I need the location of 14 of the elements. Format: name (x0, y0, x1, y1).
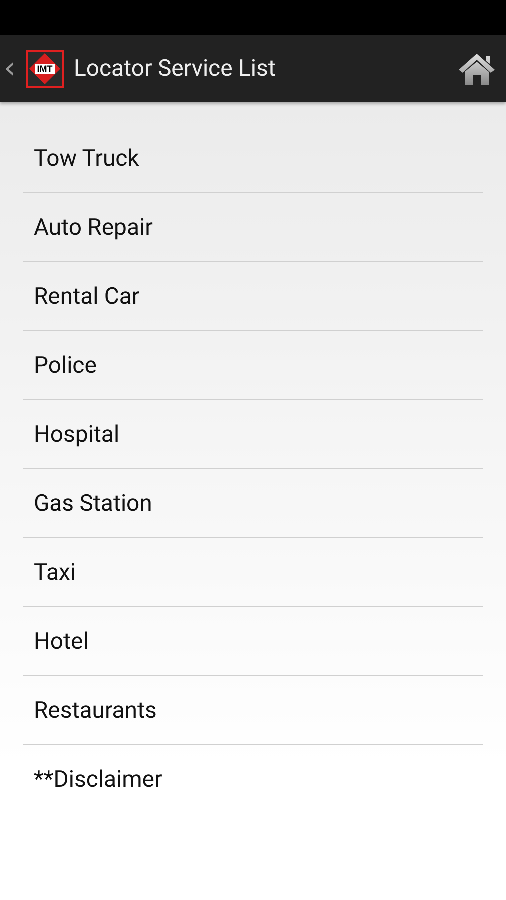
service-item[interactable]: Gas Station (23, 469, 483, 538)
screen-title: Locator Service List (74, 55, 277, 82)
service-item[interactable]: **Disclaimer (23, 745, 483, 813)
service-item[interactable]: Tow Truck (23, 124, 483, 193)
service-item[interactable]: Police (23, 331, 483, 400)
service-item[interactable]: Hotel (23, 607, 483, 676)
service-item[interactable]: Restaurants (23, 676, 483, 745)
app-logo: IMT (26, 50, 64, 88)
home-icon[interactable] (458, 52, 496, 86)
service-item[interactable]: Taxi (23, 538, 483, 607)
service-item[interactable]: Hospital (23, 400, 483, 469)
service-item[interactable]: Rental Car (23, 262, 483, 331)
back-caret[interactable]: ‹ (4, 54, 16, 84)
service-item[interactable]: Auto Repair (23, 193, 483, 262)
